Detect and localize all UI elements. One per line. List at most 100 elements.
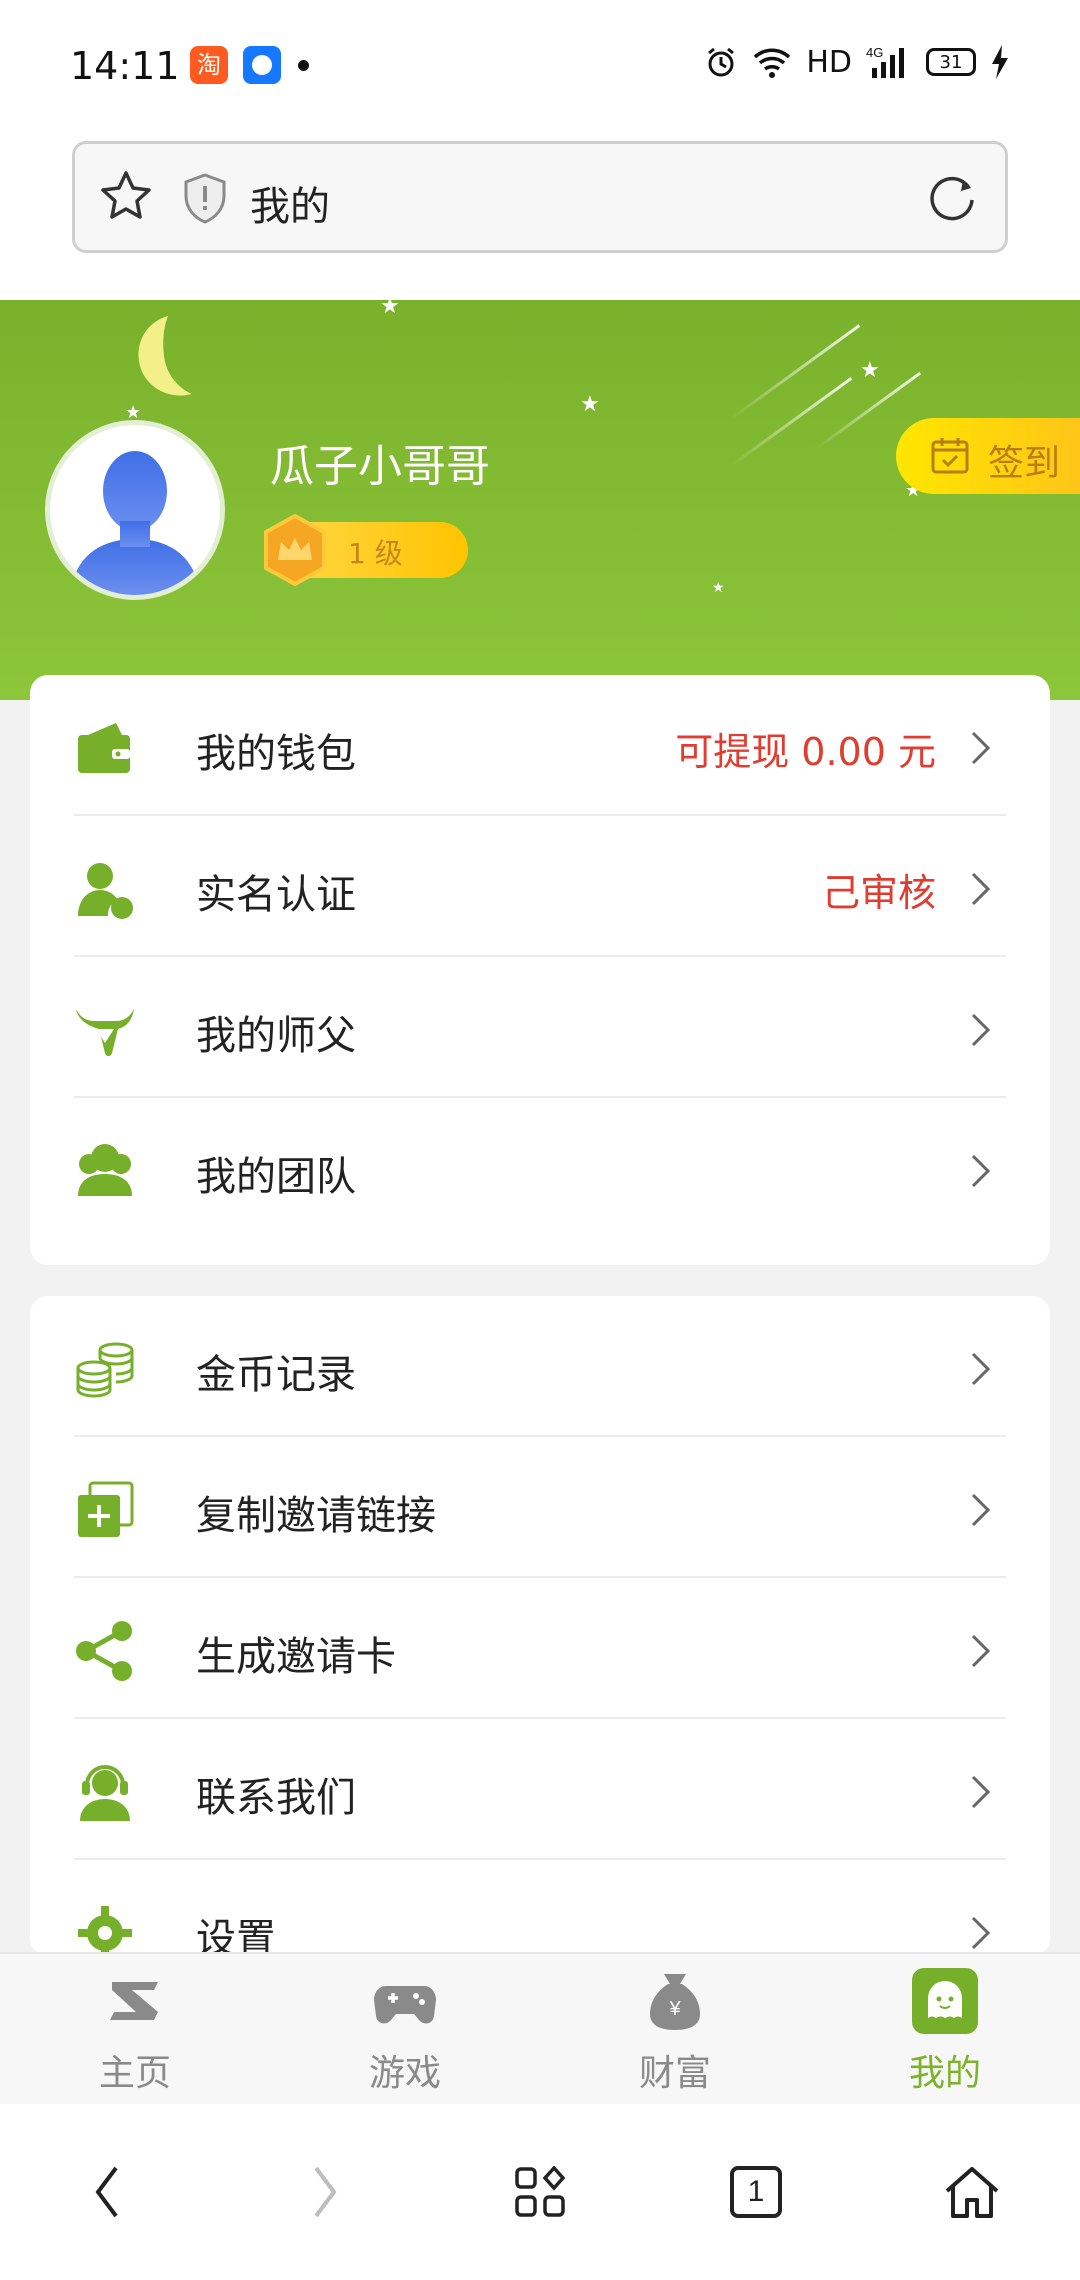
level-label: 1 级 xyxy=(348,537,403,570)
status-bar: 14:11 淘 HD 4G 31 xyxy=(0,0,1080,130)
star-decoration: ★ xyxy=(860,358,880,383)
signin-button[interactable]: 签到 xyxy=(896,418,1080,494)
menu-row-label: 实名认证 xyxy=(196,872,356,918)
menu-row-invite-card[interactable]: 生成邀请卡 xyxy=(74,1578,1006,1719)
tabs-button[interactable]: 1 xyxy=(711,2147,801,2237)
star-decoration: ★ xyxy=(380,300,400,319)
chevron-right-icon xyxy=(971,1916,991,1950)
chevron-right-icon xyxy=(971,1013,991,1047)
avatar[interactable] xyxy=(45,420,225,600)
mentor-icon xyxy=(76,1009,134,1056)
menu-row-copy-invite-link[interactable]: 复制邀请链接 xyxy=(74,1437,1006,1578)
chevron-right-icon xyxy=(971,1634,991,1668)
wallet-icon xyxy=(78,723,130,773)
chevron-right-icon xyxy=(971,1154,991,1188)
verification-status: 己审核 xyxy=(821,871,936,915)
copy-link-icon xyxy=(78,1481,134,1537)
tab-label: 游戏 xyxy=(368,2053,441,2094)
status-indicators: HD 4G 31 xyxy=(704,44,1010,80)
back-button[interactable] xyxy=(63,2147,153,2237)
tab-count: 1 xyxy=(747,2175,765,2208)
tab-label: 主页 xyxy=(98,2053,171,2094)
browser-navigation-bar: 1 xyxy=(0,2104,1080,2280)
app-notification-icon xyxy=(243,46,281,84)
username: 瓜子小哥哥 xyxy=(270,441,490,492)
shooting-star-decoration xyxy=(729,377,853,468)
tab-wealth[interactable]: ¥ 财富 xyxy=(540,1954,810,2104)
menu-row-label: 我的钱包 xyxy=(196,731,356,777)
profile-header: ★ ★ ★ ★ ★ ★ 瓜子小哥哥 1 级 签到 xyxy=(0,300,1080,700)
menu-row-mentor[interactable]: 我的师父 xyxy=(74,957,1006,1098)
menu-row-verification[interactable]: 实名认证 己审核 xyxy=(74,816,1006,957)
menu-row-label: 我的团队 xyxy=(196,1154,356,1200)
star-decoration: ★ xyxy=(580,392,600,417)
share-icon xyxy=(76,1621,132,1681)
gamepad-icon xyxy=(374,1986,436,2024)
menu-row-contact-us[interactable]: 联系我们 xyxy=(74,1719,1006,1860)
back-chevron-icon xyxy=(95,2166,118,2218)
status-time: 14:11 xyxy=(70,44,180,88)
more-notifications-dot-icon xyxy=(298,60,309,71)
apps-grid-icon xyxy=(515,2166,566,2217)
forward-button[interactable] xyxy=(279,2147,369,2237)
menu-row-label: 我的师父 xyxy=(196,1013,356,1059)
battery-level: 31 xyxy=(939,51,963,73)
forward-chevron-icon xyxy=(314,2166,337,2218)
home-button[interactable] xyxy=(927,2147,1017,2237)
account-menu-card: 我的钱包 可提现 0.00 元 实名认证 己审核 我的师父 我的团队 xyxy=(30,675,1050,1265)
wifi-icon xyxy=(754,48,791,78)
tab-count-icon: 1 xyxy=(730,2166,782,2218)
tab-home[interactable]: 主页 xyxy=(0,1954,270,2104)
wallet-balance: 可提现 0.00 元 xyxy=(675,730,936,774)
money-bag-icon: ¥ xyxy=(650,1974,700,2030)
calendar-check-icon xyxy=(931,438,969,474)
user-verify-icon xyxy=(78,863,133,919)
menu-row-coin-records[interactable]: 金币记录 xyxy=(74,1296,1006,1437)
home-z-icon xyxy=(110,1982,158,2020)
svg-text:¥: ¥ xyxy=(668,1998,681,2020)
team-icon xyxy=(78,1144,132,1196)
tab-label: 我的 xyxy=(908,2053,981,2094)
level-badge: 1 级 xyxy=(264,514,468,586)
invite-menu-card: 金币记录 复制邀请链接 生成邀请卡 联系我们 设置 xyxy=(30,1296,1050,1956)
bottom-tab-bar: 主页 游戏 ¥ 财富 我的 xyxy=(0,1952,1080,2104)
star-decoration: ★ xyxy=(712,580,725,596)
network-hd-label: HD xyxy=(806,44,852,80)
menu-row-label: 设置 xyxy=(196,1916,276,1956)
chevron-right-icon xyxy=(971,1775,991,1809)
chevron-right-icon xyxy=(971,1352,991,1386)
chevron-right-icon xyxy=(971,872,991,906)
home-icon xyxy=(945,2167,999,2218)
moon-icon xyxy=(138,316,192,396)
user-silhouette-icon xyxy=(70,451,200,595)
tab-label: 财富 xyxy=(638,2053,711,2094)
alarm-icon xyxy=(708,47,735,77)
chevron-right-icon xyxy=(971,731,991,765)
menu-row-team[interactable]: 我的团队 xyxy=(74,1098,1006,1239)
bookmark-star-icon[interactable] xyxy=(97,168,155,226)
coins-icon xyxy=(76,1342,134,1398)
menu-row-settings[interactable]: 设置 xyxy=(74,1860,1006,1956)
tab-mine[interactable]: 我的 xyxy=(810,1954,1080,2104)
support-icon xyxy=(80,1765,130,1821)
signin-label: 签到 xyxy=(988,443,1061,484)
shooting-star-decoration xyxy=(729,324,861,421)
menu-row-wallet[interactable]: 我的钱包 可提现 0.00 元 xyxy=(74,675,1006,816)
crown-icon xyxy=(264,514,326,586)
battery-icon: 31 xyxy=(926,48,976,76)
profile-face-icon xyxy=(912,1968,978,2034)
address-bar[interactable]: 我的 xyxy=(72,141,1008,253)
taobao-notification-icon: 淘 xyxy=(190,46,228,84)
tab-games[interactable]: 游戏 xyxy=(270,1954,540,2104)
signal-icon: 4G xyxy=(866,45,904,78)
security-shield-icon[interactable] xyxy=(180,172,230,224)
charging-icon xyxy=(992,45,1008,79)
page-title: 我的 xyxy=(250,184,330,230)
svg-text:4G: 4G xyxy=(866,45,883,60)
menu-button[interactable] xyxy=(495,2147,585,2237)
menu-row-label: 联系我们 xyxy=(196,1775,356,1821)
menu-row-label: 生成邀请卡 xyxy=(196,1634,396,1680)
reload-icon[interactable] xyxy=(925,170,979,224)
menu-row-label: 复制邀请链接 xyxy=(196,1493,436,1539)
settings-icon xyxy=(78,1906,132,1956)
